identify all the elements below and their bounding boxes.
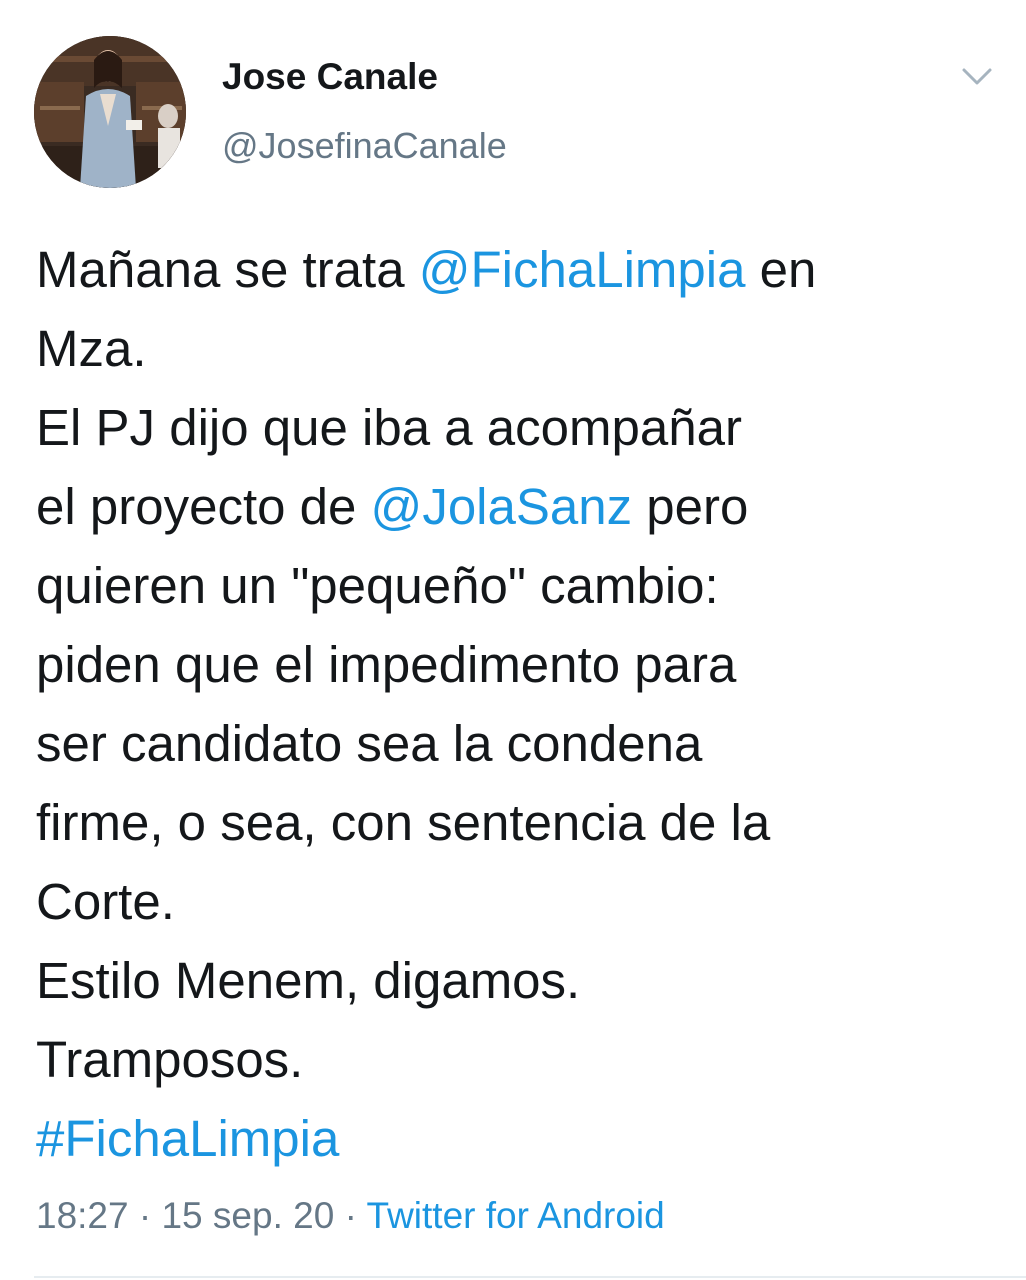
separator-dot: · [138,1195,152,1236]
tweet-line: Mza. [36,320,147,377]
display-name[interactable]: Jose Canale [222,54,507,100]
tweet-line: ser candidato sea la condena [36,715,703,772]
text-span: pero [632,478,749,535]
tweet-line: piden que el impedimento para [36,636,737,693]
tweet-line: quieren un "pequeño" cambio: [36,557,719,614]
tweet-line: Corte. [36,873,175,930]
tweet-line: firme, o sea, con sentencia de la [36,794,771,851]
tweet-metadata: 18:27 · 15 sep. 20 · Twitter for Android [36,1190,665,1242]
hashtag-link[interactable]: #FichaLimpia [36,1099,1006,1178]
avatar-photo [34,36,186,188]
tweet-card: Jose Canale @JosefinaCanale Mañana se tr… [0,0,1026,1280]
text-span: Mañana se trata [36,241,419,298]
text-span: el proyecto de [36,478,371,535]
divider [34,1276,1026,1278]
mention-link[interactable]: @JolaSanz [371,478,633,535]
author-info[interactable]: Jose Canale @JosefinaCanale [222,54,507,168]
tweet-source-link[interactable]: Twitter for Android [367,1195,665,1236]
tweet-date[interactable]: 15 sep. 20 [161,1195,334,1236]
user-handle[interactable]: @JosefinaCanale [222,124,507,168]
tweet-line: Estilo Menem, digamos. [36,952,581,1009]
tweet-line: El PJ dijo que iba a acompañar [36,399,742,456]
tweet-line: Mañana se trata @FichaLimpia en [36,230,1006,309]
tweet-line: el proyecto de @JolaSanz pero [36,467,1006,546]
tweet-text: Mañana se trata @FichaLimpia en Mza. El … [36,230,1006,1178]
chevron-down-icon[interactable] [958,62,996,90]
text-span: en [745,241,817,298]
tweet-time[interactable]: 18:27 [36,1195,129,1236]
separator-dot: · [344,1195,357,1236]
tweet-line: Tramposos. [36,1031,304,1088]
mention-link[interactable]: @FichaLimpia [419,241,746,298]
avatar[interactable] [34,36,186,188]
